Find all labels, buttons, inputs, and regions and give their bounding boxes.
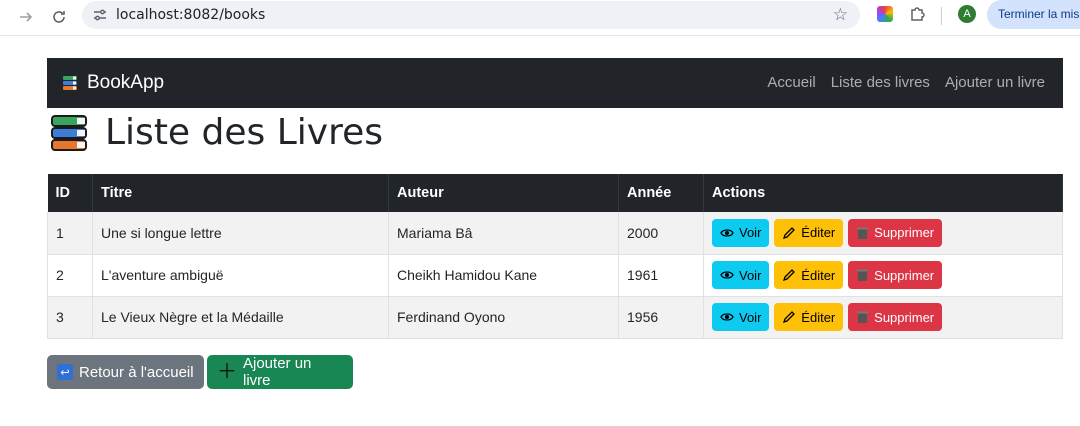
extension-icon[interactable] (877, 6, 893, 22)
cell-id: 1 (47, 212, 93, 255)
address-bar[interactable]: localhost:8082/books ☆ (82, 1, 860, 29)
nav-link-add-book[interactable]: Ajouter un livre (945, 74, 1045, 91)
header-id: ID (47, 174, 93, 212)
delete-label: Supprimer (874, 309, 935, 325)
edit-button[interactable]: Éditer (774, 261, 844, 289)
books-icon (51, 114, 87, 151)
edit-label: Éditer (801, 225, 836, 241)
page-title: Liste des Livres (49, 112, 383, 153)
plus-icon: ＋ (217, 361, 237, 383)
back-home-button[interactable]: ↩ Retour à l'accueil (47, 355, 204, 389)
view-label: Voir (739, 225, 762, 241)
cell-actions: Voir Éditer Supprimer (703, 212, 1063, 255)
view-button[interactable]: Voir (712, 261, 770, 289)
cell-annee: 1956 (618, 296, 704, 339)
return-arrow-icon: ↩ (57, 364, 73, 380)
header-actions: Actions (703, 174, 1063, 212)
back-home-label: Retour à l'accueil (79, 363, 194, 381)
url-text: localhost:8082/books (116, 7, 266, 23)
cell-id: 3 (47, 296, 93, 339)
eye-icon (720, 229, 734, 237)
nav-link-home[interactable]: Accueil (767, 74, 815, 91)
header-titre: Titre (92, 174, 389, 212)
bookmark-star-icon[interactable]: ☆ (833, 5, 848, 25)
header-annee: Année (618, 174, 704, 212)
edit-label: Éditer (801, 267, 836, 283)
cell-actions: Voir Éditer Supprimer (703, 296, 1063, 339)
brand-label: BookApp (87, 72, 165, 93)
delete-button[interactable]: Supprimer (848, 261, 943, 289)
extensions-puzzle-icon[interactable] (908, 4, 928, 24)
eye-icon (720, 313, 734, 321)
delete-label: Supprimer (874, 267, 935, 283)
add-book-button[interactable]: ＋ Ajouter un livre (207, 355, 353, 389)
cell-titre: Le Vieux Nègre et la Médaille (92, 296, 389, 339)
view-label: Voir (739, 309, 762, 325)
forward-icon[interactable] (14, 5, 38, 29)
table-row: 3 Le Vieux Nègre et la Médaille Ferdinan… (47, 296, 1063, 339)
profile-avatar[interactable]: A (958, 5, 976, 23)
brand[interactable]: BookApp (61, 72, 164, 94)
cell-titre: L'aventure ambiguë (92, 254, 389, 297)
reload-icon[interactable] (47, 5, 71, 29)
delete-button[interactable]: Supprimer (848, 303, 943, 331)
edit-label: Éditer (801, 309, 836, 325)
cell-actions: Voir Éditer Supprimer (703, 254, 1063, 297)
toolbar-divider (941, 7, 942, 25)
navbar: BookApp Accueil Liste des livres Ajouter… (47, 58, 1063, 108)
cell-titre: Une si longue lettre (92, 212, 389, 255)
cell-annee: 2000 (618, 212, 704, 255)
nav-link-books[interactable]: Liste des livres (831, 74, 930, 91)
pencil-icon (783, 311, 796, 324)
books-icon (63, 76, 77, 90)
edit-button[interactable]: Éditer (774, 303, 844, 331)
cell-id: 2 (47, 254, 93, 297)
table-row: 2 L'aventure ambiguë Cheikh Hamidou Kane… (47, 254, 1063, 297)
delete-button[interactable]: Supprimer (848, 218, 943, 247)
cell-annee: 1961 (618, 254, 704, 297)
pencil-icon (783, 269, 796, 282)
site-settings-icon[interactable] (92, 7, 108, 23)
browser-toolbar: localhost:8082/books ☆ A Terminer la mis… (0, 0, 1080, 36)
books-table: ID Titre Auteur Année Actions 1 Une si l… (47, 174, 1063, 339)
cell-auteur: Ferdinand Oyono (388, 296, 619, 339)
edit-button[interactable]: Éditer (774, 218, 844, 247)
page-title-text: Liste des Livres (105, 112, 383, 153)
cell-auteur: Mariama Bâ (388, 212, 619, 255)
update-button[interactable]: Terminer la mise à jour (987, 0, 1080, 29)
pencil-icon (783, 226, 796, 239)
view-button[interactable]: Voir (712, 218, 770, 247)
trash-icon (857, 227, 869, 239)
nav-links: Accueil Liste des livres Ajouter un livr… (767, 74, 1045, 91)
cell-auteur: Cheikh Hamidou Kane (388, 254, 619, 297)
add-book-label: Ajouter un livre (243, 355, 312, 389)
trash-icon (857, 269, 869, 281)
delete-label: Supprimer (874, 225, 935, 241)
view-button[interactable]: Voir (712, 303, 770, 331)
header-auteur: Auteur (388, 174, 619, 212)
trash-icon (857, 311, 869, 323)
eye-icon (720, 271, 734, 279)
table-header-row: ID Titre Auteur Année Actions (47, 174, 1063, 212)
view-label: Voir (739, 267, 762, 283)
table-row: 1 Une si longue lettre Mariama Bâ 2000 V… (47, 212, 1063, 255)
